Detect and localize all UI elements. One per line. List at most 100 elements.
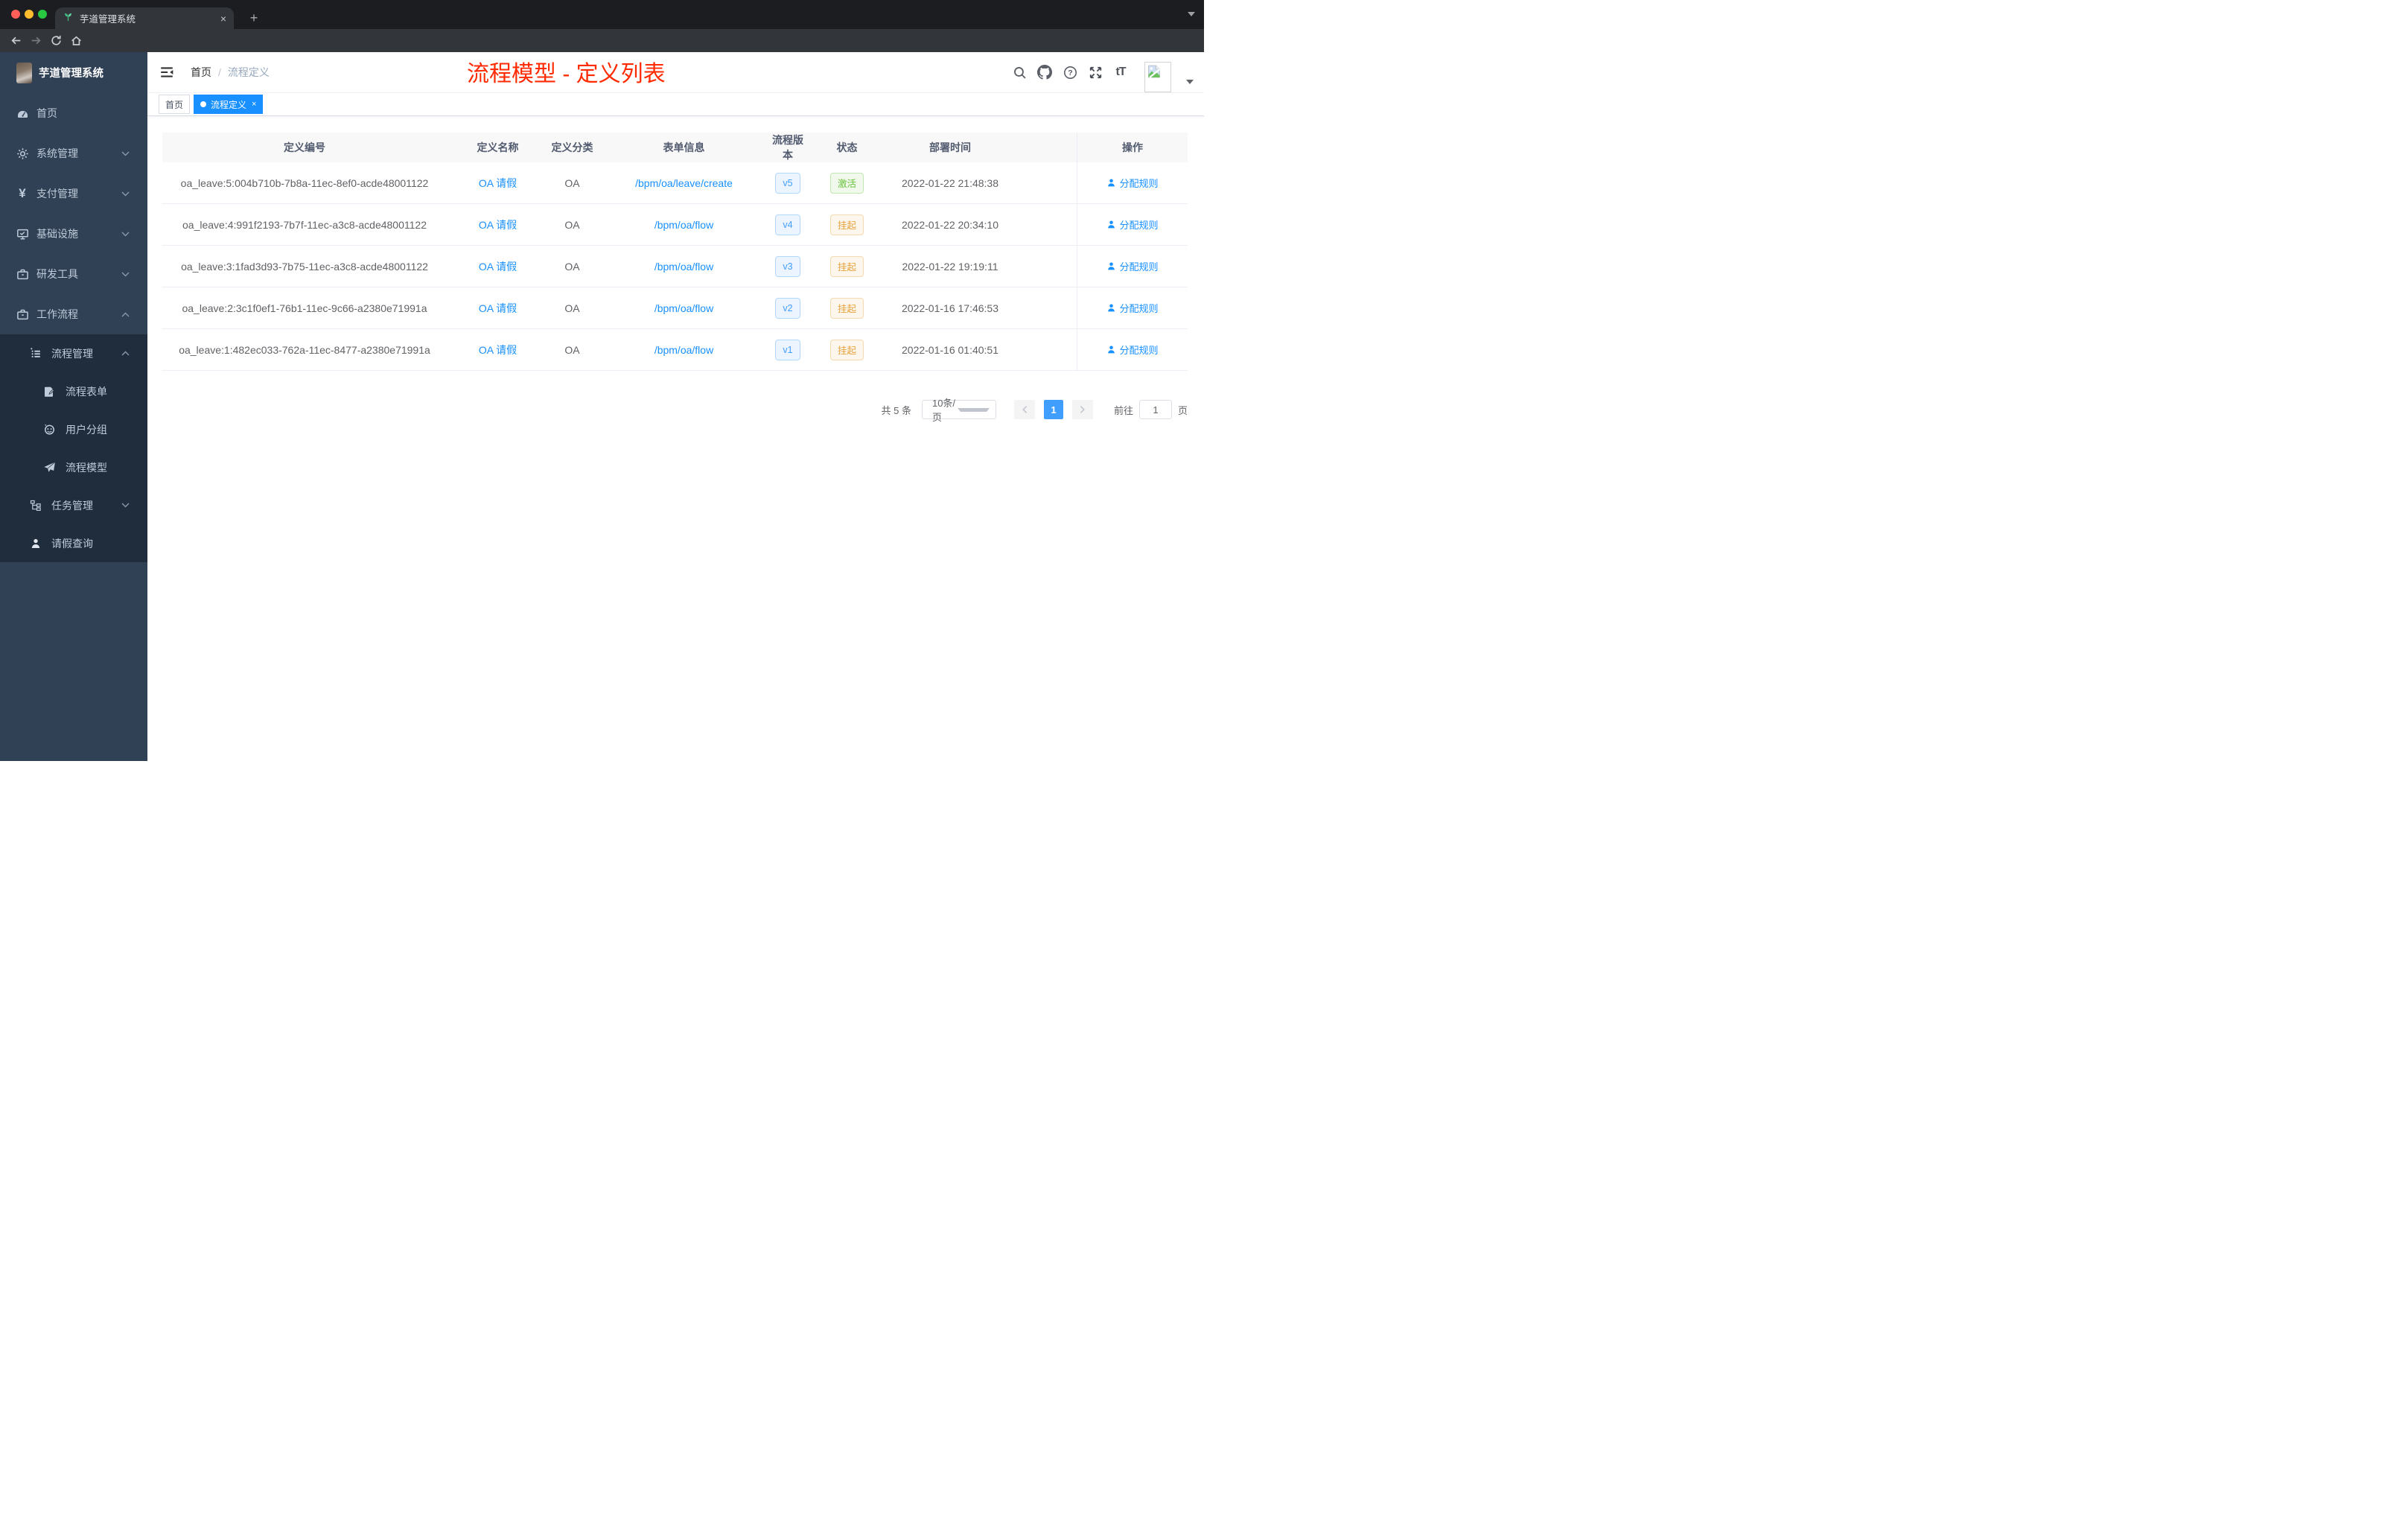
form-info-link[interactable]: /bpm/oa/flow: [654, 219, 713, 231]
close-window-button[interactable]: [11, 10, 20, 19]
tab-close-icon[interactable]: ×: [220, 13, 226, 24]
avatar-dropdown-caret-icon[interactable]: [1186, 80, 1194, 84]
breadcrumb-separator: /: [218, 66, 221, 78]
version-badge: v4: [775, 214, 800, 235]
document-edit-icon: [42, 385, 56, 398]
assign-rule-link[interactable]: 分配规则: [1106, 259, 1159, 273]
tab-search-caret-icon[interactable]: [1188, 12, 1195, 16]
page-unit-label: 页: [1177, 404, 1188, 416]
sidebar-item-leave-query[interactable]: 请假查询: [0, 524, 147, 562]
tag-close-icon[interactable]: ×: [252, 100, 256, 109]
zoom-window-button[interactable]: [38, 10, 47, 19]
sidebar-item-process-model[interactable]: 流程模型: [0, 448, 147, 486]
table-row: oa_leave:5:004b710b-7b8a-11ec-8ef0-acde4…: [162, 162, 1188, 204]
pagination-total: 共 5 条: [881, 404, 911, 416]
browser-tab[interactable]: 芋道管理系统 ×: [55, 7, 234, 29]
chevron-down-icon: [121, 191, 130, 196]
form-info-link[interactable]: /bpm/oa/leave/create: [635, 177, 733, 189]
definition-category: OA: [564, 218, 580, 231]
tag-home[interactable]: 首页: [159, 95, 191, 114]
definition-name-link[interactable]: OA 请假: [479, 343, 517, 357]
assign-rule-link[interactable]: 分配规则: [1106, 176, 1159, 190]
new-tab-button[interactable]: +: [246, 10, 262, 26]
header-actions: ? tT: [1012, 53, 1204, 92]
sidebar-item-payment[interactable]: ¥ 支付管理: [0, 173, 147, 214]
sidebar-logo[interactable]: 芋道管理系统: [0, 52, 147, 93]
deploy-time: 2022-01-22 21:48:38: [902, 176, 998, 189]
tab-title: 芋道管理系统: [80, 14, 136, 25]
definition-id: oa_leave:2:3c1f0ef1-76b1-11ec-9c66-a2380…: [182, 302, 427, 314]
fullscreen-icon[interactable]: [1088, 65, 1103, 80]
font-size-icon[interactable]: tT: [1113, 65, 1128, 80]
definition-category: OA: [564, 302, 580, 314]
annotation-overlay-text: 流程模型 - 定义列表: [467, 62, 666, 86]
definition-category: OA: [564, 176, 580, 189]
back-icon[interactable]: [7, 33, 24, 49]
table-row: oa_leave:3:1fad3d93-7b75-11ec-a3c8-acde4…: [162, 246, 1188, 287]
tags-view-bar: 首页 流程定义 ×: [147, 93, 1204, 116]
chevron-down-icon: [121, 151, 130, 156]
col-header-actions: 操作: [1077, 133, 1188, 162]
sidebar-item-home[interactable]: 首页: [0, 93, 147, 133]
page-size-select[interactable]: 10条/页: [921, 398, 996, 423]
sidebar-fold-icon[interactable]: [159, 65, 174, 80]
search-icon[interactable]: [1012, 65, 1027, 80]
macos-window-controls[interactable]: [11, 10, 47, 19]
breadcrumb-home[interactable]: 首页: [191, 65, 211, 80]
table-row: oa_leave:4:991f2193-7b7f-11ec-a3c8-acde4…: [162, 204, 1188, 246]
github-icon[interactable]: [1037, 65, 1052, 80]
user-avatar[interactable]: [1144, 61, 1171, 92]
sidebar-item-process-management[interactable]: 流程管理: [0, 334, 147, 372]
next-page-button[interactable]: [1071, 400, 1093, 419]
version-badge: v5: [775, 172, 800, 194]
form-info-link[interactable]: /bpm/oa/flow: [654, 344, 713, 356]
assign-rule-link[interactable]: 分配规则: [1106, 343, 1159, 357]
definition-id: oa_leave:3:1fad3d93-7b75-11ec-a3c8-acde4…: [181, 260, 428, 273]
sidebar-item-task-management[interactable]: 任务管理: [0, 486, 147, 524]
chevron-up-icon: [121, 351, 130, 356]
sidebar-item-user-group[interactable]: 用户分组: [0, 410, 147, 448]
table-header-row: 定义编号 定义名称 定义分类 表单信息 流程版本 状态 部署时间 操作: [162, 133, 1188, 162]
deploy-time: 2022-01-16 01:40:51: [902, 343, 998, 356]
definition-name-link[interactable]: OA 请假: [479, 217, 517, 232]
form-info-link[interactable]: /bpm/oa/flow: [654, 302, 713, 314]
tag-process-definition[interactable]: 流程定义 ×: [194, 95, 264, 114]
assign-rule-link[interactable]: 分配规则: [1106, 301, 1159, 315]
definition-table: 定义编号 定义名称 定义分类 表单信息 流程版本 状态 部署时间 操作 oa_l…: [162, 133, 1188, 371]
svg-text:?: ?: [1068, 69, 1072, 77]
status-badge: 挂起: [829, 214, 864, 235]
breadcrumb-current: 流程定义: [227, 66, 270, 78]
forward-icon[interactable]: [28, 33, 44, 49]
minimize-window-button[interactable]: [25, 10, 34, 19]
goto-page-input[interactable]: [1138, 400, 1172, 419]
yen-icon: ¥: [19, 186, 26, 200]
reload-icon[interactable]: [48, 33, 64, 49]
user-icon: [1108, 220, 1115, 229]
help-icon[interactable]: ?: [1063, 65, 1077, 80]
sidebar-item-system[interactable]: 系统管理: [0, 133, 147, 173]
definition-name-link[interactable]: OA 请假: [479, 301, 517, 316]
form-info-link[interactable]: /bpm/oa/flow: [654, 261, 713, 273]
page-number-1[interactable]: 1: [1043, 400, 1063, 419]
broken-image-icon: [1148, 65, 1161, 78]
prev-page-button[interactable]: [1013, 400, 1035, 419]
home-icon[interactable]: [68, 33, 84, 49]
user-icon: [1108, 179, 1115, 187]
status-badge: 挂起: [829, 255, 864, 277]
sidebar-item-infrastructure[interactable]: 基础设施: [0, 214, 147, 254]
goto-label: 前往: [1113, 404, 1133, 416]
sidebar-item-dev-tools[interactable]: 研发工具: [0, 254, 147, 294]
dashboard-icon: [16, 106, 29, 120]
definition-name-link[interactable]: OA 请假: [479, 176, 517, 191]
active-tag-dot: [200, 101, 207, 107]
breadcrumb: 首页 / 流程定义: [191, 65, 270, 80]
definition-id: oa_leave:1:482ec033-762a-11ec-8477-a2380…: [179, 343, 430, 356]
org-tree-icon: [29, 499, 42, 512]
definition-name-link[interactable]: OA 请假: [479, 259, 517, 274]
sidebar-item-workflow[interactable]: 工作流程: [0, 294, 147, 334]
sidebar-item-process-form[interactable]: 流程表单: [0, 372, 147, 410]
deploy-time: 2022-01-16 17:46:53: [902, 302, 998, 314]
browser-tabstrip: 芋道管理系统 × +: [0, 0, 1204, 29]
assign-rule-link[interactable]: 分配规则: [1106, 217, 1159, 232]
definition-category: OA: [564, 343, 580, 356]
